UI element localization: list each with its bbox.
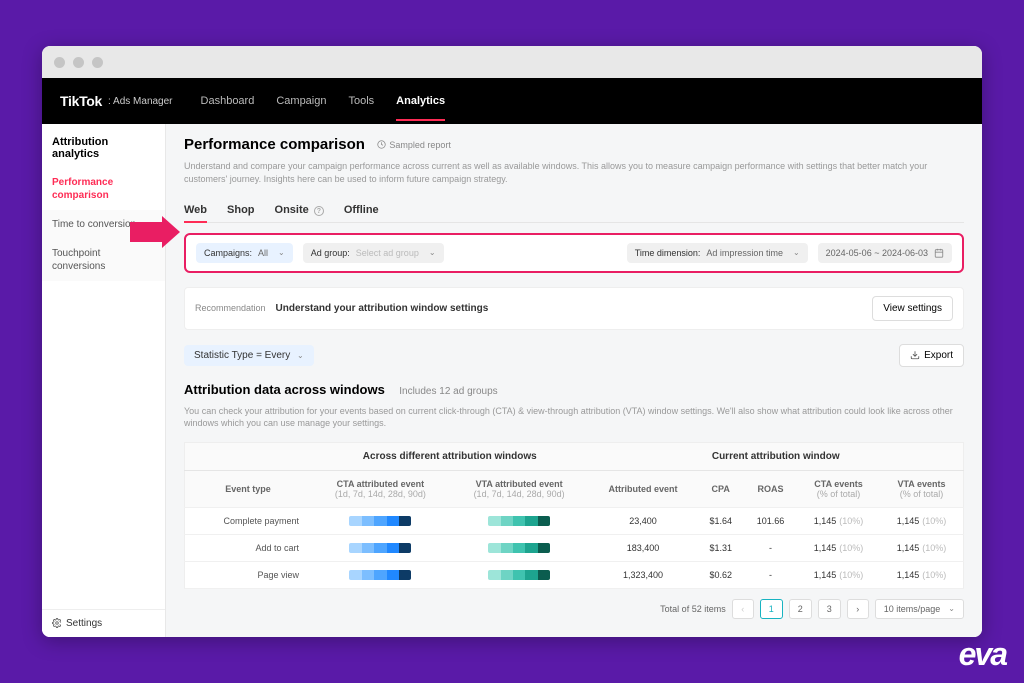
tab-offline[interactable]: Offline xyxy=(344,198,379,222)
chevron-down-icon: ⌄ xyxy=(278,248,285,257)
top-nav: TikTok : Ads Manager Dashboard Campaign … xyxy=(42,78,982,124)
table-row: Add to cart 183,400 $1.31 - 1,145(10%) 1… xyxy=(185,534,964,561)
col-cta-events: CTA events(% of total) xyxy=(797,470,880,507)
page-title: Performance comparison xyxy=(184,136,365,153)
window-dot xyxy=(73,57,84,68)
col-attributed: Attributed event xyxy=(588,470,697,507)
filter-row: Campaigns: All ⌄ Ad group: Select ad gro… xyxy=(184,233,964,273)
col-cpa: CPA xyxy=(697,470,743,507)
cell-attributed: 23,400 xyxy=(588,507,697,534)
cell-event: Add to cart xyxy=(185,534,312,561)
brand-logo: TikTok xyxy=(60,93,102,109)
sidebar-settings[interactable]: Settings xyxy=(42,609,165,637)
export-button[interactable]: Export xyxy=(899,344,964,367)
cell-vta-bars xyxy=(450,561,589,588)
tab-onsite[interactable]: Onsite ? xyxy=(275,198,324,222)
page-3-button[interactable]: 3 xyxy=(818,599,841,619)
nav-analytics[interactable]: Analytics xyxy=(396,81,445,121)
cell-attributed: 183,400 xyxy=(588,534,697,561)
page-description: Understand and compare your campaign per… xyxy=(184,160,964,185)
brand-sub: : Ads Manager xyxy=(108,96,172,107)
cell-vta: 1,145(10%) xyxy=(880,534,964,561)
chevron-down-icon: ⌄ xyxy=(297,351,304,360)
browser-titlebar xyxy=(42,46,982,78)
cell-vta-bars xyxy=(450,534,589,561)
gear-icon xyxy=(52,618,62,628)
sidebar-title: Attribution analytics xyxy=(42,124,165,168)
info-icon: ? xyxy=(314,206,324,216)
section-title: Attribution data across windows xyxy=(184,382,385,397)
table-row: Page view 1,323,400 $0.62 - 1,145(10%) 1… xyxy=(185,561,964,588)
content-area: Performance comparison Sampled report Un… xyxy=(166,124,982,636)
stat-type-filter[interactable]: Statistic Type = Every ⌄ xyxy=(184,345,314,366)
tab-web[interactable]: Web xyxy=(184,198,207,222)
date-range-filter[interactable]: 2024-05-06 ~ 2024-06-03 xyxy=(818,243,952,263)
table-row: Complete payment 23,400 $1.64 101.66 1,1… xyxy=(185,507,964,534)
sidebar: Attribution analytics Performance compar… xyxy=(42,124,166,636)
total-items-label: Total of 52 items xyxy=(660,604,726,614)
page-1-button[interactable]: 1 xyxy=(760,599,783,619)
campaigns-filter[interactable]: Campaigns: All ⌄ xyxy=(196,243,293,263)
col-cta-windows: CTA attributed event(1d, 7d, 14d, 28d, 9… xyxy=(311,470,450,507)
cell-vta: 1,145(10%) xyxy=(880,561,964,588)
nav-campaign[interactable]: Campaign xyxy=(276,81,326,121)
view-settings-button[interactable]: View settings xyxy=(872,296,953,321)
pagination: Total of 52 items ‹ 1 2 3 › 10 items/pag… xyxy=(184,599,964,619)
prev-page-button[interactable]: ‹ xyxy=(732,599,754,619)
clock-icon xyxy=(377,140,386,149)
cell-roas: 101.66 xyxy=(744,507,797,534)
section-subtitle: Includes 12 ad groups xyxy=(399,386,497,397)
page-2-button[interactable]: 2 xyxy=(789,599,812,619)
rec-text: Understand your attribution window setti… xyxy=(276,303,489,314)
chevron-down-icon: ⌄ xyxy=(429,248,436,257)
window-dot xyxy=(54,57,65,68)
adgroup-filter[interactable]: Ad group: Select ad group ⌄ xyxy=(303,243,444,263)
cell-event: Page view xyxy=(185,561,312,588)
cell-cta-bars xyxy=(311,534,450,561)
items-per-page-select[interactable]: 10 items/page ⌄ xyxy=(875,599,964,619)
sidebar-item-performance[interactable]: Performance comparison xyxy=(42,168,165,210)
nav-tools[interactable]: Tools xyxy=(348,81,374,121)
col-vta-events: VTA events(% of total) xyxy=(880,470,964,507)
cell-roas: - xyxy=(744,561,797,588)
col-group-current: Current attribution window xyxy=(588,442,963,470)
time-dimension-filter[interactable]: Time dimension: Ad impression time ⌄ xyxy=(627,243,808,263)
watermark-logo: eva xyxy=(959,636,1006,673)
cell-roas: - xyxy=(744,534,797,561)
cell-cpa: $1.64 xyxy=(697,507,743,534)
tab-shop[interactable]: Shop xyxy=(227,198,255,222)
sidebar-settings-label: Settings xyxy=(66,618,102,629)
attribution-table: Across different attribution windows Cur… xyxy=(184,442,964,589)
chevron-down-icon: ⌄ xyxy=(793,248,800,257)
calendar-icon xyxy=(934,248,944,258)
cell-cta: 1,145(10%) xyxy=(797,561,880,588)
sampled-badge: Sampled report xyxy=(377,140,451,150)
rec-label: Recommendation xyxy=(195,303,266,313)
col-group-windows: Across different attribution windows xyxy=(311,442,588,470)
window-dot xyxy=(92,57,103,68)
cell-cta: 1,145(10%) xyxy=(797,534,880,561)
export-icon xyxy=(910,350,920,360)
nav-dashboard[interactable]: Dashboard xyxy=(201,81,255,121)
recommendation-bar: Recommendation Understand your attributi… xyxy=(184,287,964,330)
cell-cpa: $1.31 xyxy=(697,534,743,561)
next-page-button[interactable]: › xyxy=(847,599,869,619)
cell-event: Complete payment xyxy=(185,507,312,534)
arrow-callout xyxy=(130,216,180,253)
col-roas: ROAS xyxy=(744,470,797,507)
cell-cta-bars xyxy=(311,561,450,588)
cell-vta: 1,145(10%) xyxy=(880,507,964,534)
cell-vta-bars xyxy=(450,507,589,534)
browser-frame: TikTok : Ads Manager Dashboard Campaign … xyxy=(42,46,982,636)
cell-cta-bars xyxy=(311,507,450,534)
col-vta-windows: VTA attributed event(1d, 7d, 14d, 28d, 9… xyxy=(450,470,589,507)
cell-attributed: 1,323,400 xyxy=(588,561,697,588)
cell-cpa: $0.62 xyxy=(697,561,743,588)
col-event: Event type xyxy=(185,470,312,507)
section-description: You can check your attribution for your … xyxy=(184,405,964,430)
cell-cta: 1,145(10%) xyxy=(797,507,880,534)
chevron-down-icon: ⌄ xyxy=(948,604,955,613)
sub-tabs: Web Shop Onsite ? Offline xyxy=(184,198,964,223)
